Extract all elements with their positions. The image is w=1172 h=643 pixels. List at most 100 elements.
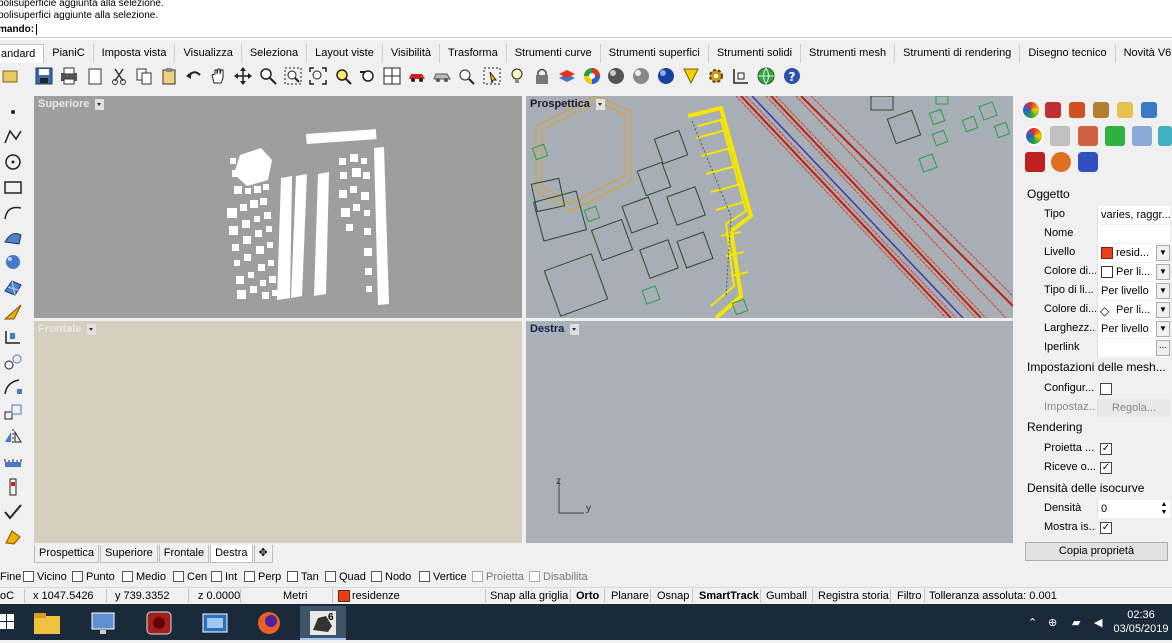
four-viewports-icon[interactable] [382, 66, 402, 86]
color-wheel-icon[interactable] [582, 66, 602, 86]
tab-disegno-tecnico[interactable]: Disegno tecnico [1020, 44, 1116, 63]
tab-layout-viste[interactable]: Layout viste [307, 44, 383, 63]
add-viewport-tab-icon[interactable]: ✥ [253, 545, 273, 563]
taskbar-firefox[interactable] [246, 606, 292, 640]
sun-icon[interactable] [1051, 152, 1071, 172]
drafting-tool-icon[interactable] [2, 477, 24, 497]
folder-panel-icon[interactable] [1117, 102, 1133, 118]
rendered-sphere-icon[interactable] [631, 66, 651, 86]
command-input[interactable]: mando: [0, 23, 1172, 38]
prop-row-mesh-config[interactable]: Configur... [1037, 380, 1170, 398]
undo-icon[interactable] [184, 66, 204, 86]
status-smarttrack[interactable]: SmartTrack [699, 590, 759, 602]
point-icon[interactable] [2, 102, 24, 122]
render-panel-icon[interactable] [1025, 152, 1045, 172]
rectangle-tool-icon[interactable] [2, 177, 24, 197]
paint-tool-icon[interactable] [2, 527, 24, 547]
status-osnap[interactable]: Osnap [657, 590, 689, 602]
osnap-checkbox[interactable] [287, 571, 298, 582]
globe-icon[interactable] [756, 66, 776, 86]
environment-icon[interactable] [1105, 126, 1125, 146]
osnap-cen[interactable]: Cen [173, 571, 207, 583]
viewport-tab-top[interactable]: Superiore [100, 545, 158, 563]
chevron-down-icon[interactable]: ▼ [1156, 302, 1170, 318]
prop-row-cast-shadows[interactable]: Proietta ... ✓ [1037, 440, 1170, 458]
tray-wifi-icon[interactable]: ▰ [1072, 616, 1080, 629]
prop-row-linetype[interactable]: Tipo di li... Per livello ▼ [1037, 282, 1170, 300]
viewport-title-top[interactable]: Superiore [38, 98, 105, 110]
status-ortho[interactable]: Orto [576, 590, 599, 602]
rotate-view-icon[interactable] [233, 66, 253, 86]
taskbar-clock[interactable]: 02:36 03/05/2019 [1110, 608, 1172, 636]
polyline-icon[interactable] [2, 127, 24, 147]
circle-tool-icon[interactable] [2, 152, 24, 172]
transform-tool-icon[interactable] [2, 352, 24, 372]
osnap-checkbox[interactable] [72, 571, 83, 582]
mesh-tool-icon[interactable] [2, 277, 24, 297]
osnap-checkbox[interactable] [122, 571, 133, 582]
tray-chevron-icon[interactable]: ⌃ [1028, 616, 1037, 629]
osnap-near[interactable]: Vicino [23, 571, 67, 583]
status-filter[interactable]: Filtro [897, 590, 921, 602]
copy-properties-button[interactable]: Copia proprietà [1025, 542, 1168, 561]
analyze-tool-icon[interactable] [2, 452, 24, 472]
shaded-car-icon[interactable] [432, 66, 452, 86]
decal-icon[interactable] [1132, 126, 1152, 146]
prop-row-name[interactable]: Nome [1037, 225, 1170, 243]
tab-visibilita[interactable]: Visibilità [383, 44, 440, 63]
osnap-checkbox[interactable] [472, 571, 483, 582]
taskbar-file-explorer[interactable] [24, 606, 70, 640]
status-layer[interactable]: residenze [352, 590, 400, 602]
render-sphere-icon[interactable] [656, 66, 676, 86]
paste-icon[interactable] [159, 66, 179, 86]
ground-plane-icon[interactable] [1078, 152, 1098, 172]
viewport-menu-dropdown[interactable] [87, 323, 97, 335]
dimension-tool-icon[interactable] [2, 327, 24, 347]
prop-row-display-color[interactable]: Colore di... Per li... ▼ [1037, 263, 1170, 281]
viewport-menu-dropdown[interactable] [95, 98, 105, 110]
select-all-icon[interactable] [482, 66, 502, 86]
osnap-checkbox[interactable] [244, 571, 255, 582]
osnap-tan[interactable]: Tan [287, 571, 319, 583]
osnap-mid[interactable]: Medio [122, 571, 166, 583]
osnap-disable[interactable]: Disabilita [529, 571, 588, 583]
light-bulb-icon[interactable] [507, 66, 527, 86]
osnap-checkbox[interactable] [173, 571, 184, 582]
cut-icon[interactable] [109, 66, 129, 86]
status-units[interactable]: Metri [283, 590, 307, 602]
shaded-sphere-icon[interactable] [606, 66, 626, 86]
pan-hand-icon[interactable] [208, 66, 228, 86]
windows-start-icon[interactable] [0, 612, 14, 632]
color-wheel-panel-icon[interactable] [1024, 126, 1044, 146]
tray-volume-icon[interactable]: ◀ [1094, 616, 1102, 629]
copy-icon[interactable] [134, 66, 154, 86]
tray-network-icon[interactable]: ⊕ [1048, 616, 1057, 629]
osnap-end[interactable]: Fine [0, 571, 21, 583]
viewport-perspective[interactable]: Prospettica [526, 96, 1013, 318]
tab-strumenti-rendering[interactable]: Strumenti di rendering [895, 44, 1021, 63]
tab-visualizza[interactable]: Visualizza [175, 44, 242, 63]
status-record-history[interactable]: Registra storia [818, 590, 889, 602]
osnap-checkbox[interactable] [325, 571, 336, 582]
viewport-title-perspective[interactable]: Prospettica [530, 98, 605, 110]
osnap-point[interactable]: Punto [72, 571, 115, 583]
osnap-checkbox[interactable] [529, 571, 540, 582]
curve-tool-icon[interactable] [2, 202, 24, 222]
mirror-tool-icon[interactable] [2, 427, 24, 447]
lock-icon[interactable] [532, 66, 552, 86]
viewport-menu-dropdown[interactable] [595, 98, 605, 110]
taskbar-network-app[interactable] [80, 606, 126, 640]
texture-icon[interactable] [1078, 126, 1098, 146]
receive-shadows-checkbox[interactable]: ✓ [1100, 462, 1112, 474]
material-panel-icon[interactable] [1045, 102, 1061, 118]
status-planar[interactable]: Planare [611, 590, 649, 602]
solid-tool-icon[interactable] [2, 252, 24, 272]
taskbar-rhino[interactable]: 6 [300, 606, 346, 640]
surface-tool-icon[interactable] [2, 227, 24, 247]
osnap-project[interactable]: Proietta [472, 571, 524, 583]
osnap-checkbox[interactable] [419, 571, 430, 582]
zoom-selected-icon[interactable] [333, 66, 353, 86]
mesh-config-checkbox[interactable] [1100, 383, 1112, 395]
tab-novita-v6[interactable]: Novità V6 [1116, 44, 1172, 63]
zoom-extents-icon[interactable] [308, 66, 328, 86]
